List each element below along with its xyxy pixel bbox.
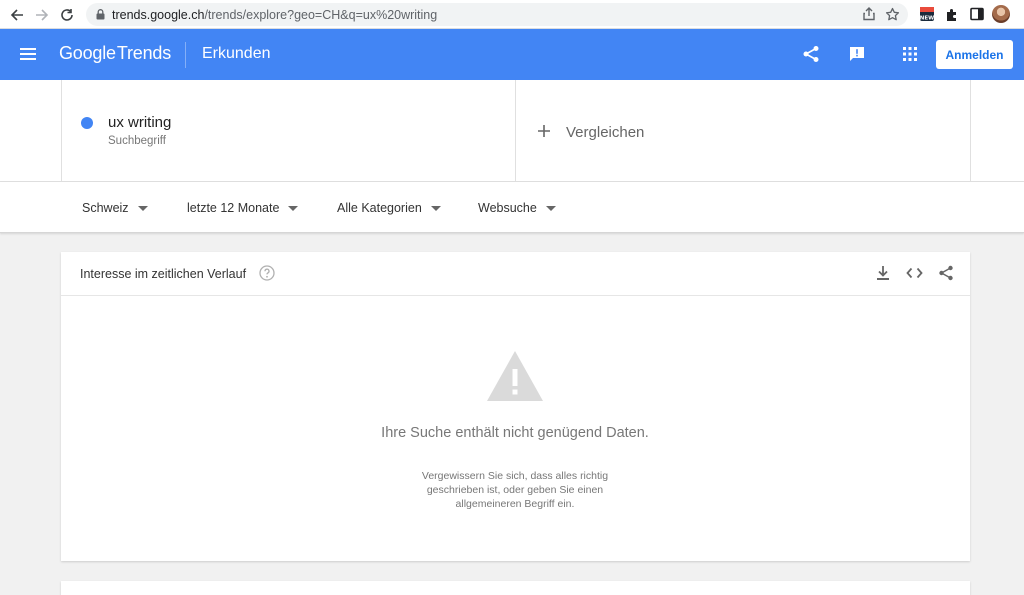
bookmark-star-icon[interactable] [885,7,900,25]
extension-new-icon[interactable]: NEW [917,4,937,24]
compare-label: Vergleichen [566,124,645,141]
url-path: /trends/explore?geo=CH&q=ux%20writing [204,7,438,22]
signin-button[interactable]: Anmelden [936,40,1013,69]
region-value: Schweiz [82,201,129,215]
empty-state-title: Ihre Suche enthält nicht genügend Daten. [381,425,649,441]
logo-trends-text: Trends [116,43,171,63]
extension-new-label: NEW [920,16,934,22]
search-type-value: Websuche [478,201,537,215]
reload-button[interactable] [56,4,78,26]
embed-code-icon[interactable] [906,265,923,281]
arrow-right-icon [36,9,49,21]
caret-down-icon [137,205,148,211]
address-bar[interactable]: trends.google.ch/trends/explore?geo=CH&q… [86,3,908,26]
filter-bar: Schweiz letzte 12 Monate Alle Kategorien… [0,182,1024,233]
share-icon[interactable] [938,265,954,281]
time-range-dropdown[interactable]: letzte 12 Monate [187,201,299,215]
term-name: ux writing [108,114,172,131]
time-range-value: letzte 12 Monate [187,201,280,215]
url-host: trends.google.ch [112,7,205,22]
help-icon[interactable] [259,265,275,281]
reload-icon [61,9,73,21]
category-dropdown[interactable]: Alle Kategorien [337,201,441,215]
card-header: Interesse im zeitlichen Verlauf [61,252,970,296]
header-divider [185,42,186,68]
search-term-card[interactable]: ux writing Suchbegriff [61,80,516,181]
plus-icon [538,125,550,137]
empty-state-description: Vergewissern Sie sich, dass alles richti… [421,470,609,510]
share-page-icon[interactable] [862,7,876,24]
google-trends-logo[interactable]: GoogleTrends [59,43,171,64]
caret-down-icon [545,205,556,211]
forward-button[interactable] [31,4,53,26]
download-icon[interactable] [876,265,890,281]
extensions-puzzle-icon[interactable] [942,4,962,24]
category-value: Alle Kategorien [337,201,422,215]
hamburger-menu-icon[interactable] [18,44,38,64]
search-type-dropdown[interactable]: Websuche [478,201,556,215]
compare-card[interactable]: Vergleichen [516,80,971,181]
term-type: Suchbegriff [108,135,166,147]
feedback-icon[interactable] [848,45,866,68]
region-dropdown[interactable]: Schweiz [82,201,148,215]
caret-down-icon [288,205,299,211]
arrow-left-icon [10,9,23,21]
back-button[interactable] [6,4,28,26]
app-header: GoogleTrends Erkunden Anmelden [0,29,1024,80]
browser-toolbar: trends.google.ch/trends/explore?geo=CH&q… [0,0,1024,29]
interest-over-time-card: Interesse im zeitlichen Verlauf Ihre Suc… [61,252,970,561]
share-icon[interactable] [802,45,820,68]
lock-icon [96,9,105,20]
side-panel-icon[interactable] [967,4,987,24]
profile-avatar[interactable] [992,5,1010,23]
term-color-dot [81,117,93,129]
caret-down-icon [430,205,441,211]
logo-google-text: Google [59,43,116,63]
card-title: Interesse im zeitlichen Verlauf [80,267,247,281]
apps-grid-icon[interactable] [902,46,918,67]
page-title: Erkunden [202,45,271,62]
warning-icon [487,351,543,401]
next-card [61,581,970,595]
term-compare-area: ux writing Suchbegriff Vergleichen [0,80,1024,182]
